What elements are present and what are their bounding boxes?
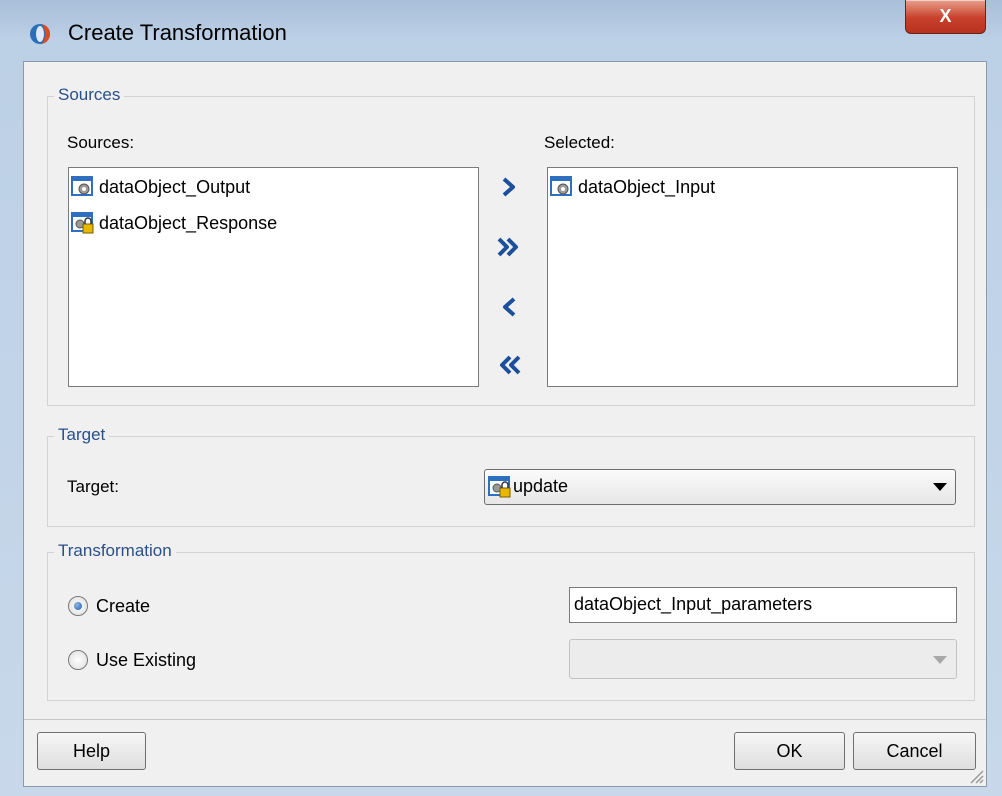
help-button[interactable]: Help bbox=[37, 732, 146, 770]
ok-button[interactable]: OK bbox=[734, 732, 845, 770]
list-item[interactable]: dataObject_Input bbox=[550, 174, 715, 200]
existing-transformation-dropdown[interactable] bbox=[569, 639, 957, 679]
title-bar[interactable]: Create Transformation X bbox=[0, 0, 1002, 62]
data-object-locked-icon bbox=[488, 476, 511, 498]
cancel-button[interactable]: Cancel bbox=[853, 732, 976, 770]
transformation-group-title: Transformation bbox=[54, 541, 176, 561]
double-chevron-right-icon bbox=[497, 237, 518, 257]
list-item-label: dataObject_Input bbox=[578, 176, 716, 197]
data-object-gear-icon bbox=[71, 176, 93, 196]
target-dropdown[interactable]: update bbox=[484, 469, 956, 505]
double-chevron-left-icon bbox=[500, 355, 521, 375]
move-all-right-button[interactable] bbox=[495, 233, 523, 261]
resize-grip-icon[interactable] bbox=[968, 768, 984, 784]
radio-selected-dot bbox=[74, 602, 82, 610]
sources-listbox[interactable]: dataObject_Output dataObject_Response bbox=[68, 167, 479, 387]
target-group: Target Target: update bbox=[47, 425, 975, 527]
sources-group-title: Sources bbox=[54, 85, 125, 105]
dropdown-arrow-icon bbox=[933, 483, 947, 491]
window-title: Create Transformation bbox=[68, 20, 287, 45]
dropdown-arrow-icon bbox=[933, 656, 947, 664]
chevron-right-icon bbox=[502, 177, 515, 197]
list-item-label: dataObject_Response bbox=[99, 212, 278, 233]
create-transformation-dialog: Create Transformation X Sources Sources:… bbox=[0, 0, 1002, 796]
target-group-title: Target bbox=[54, 425, 110, 445]
move-all-left-button[interactable] bbox=[495, 351, 523, 379]
transformation-group: Transformation Create Use Existing dataO… bbox=[47, 541, 975, 701]
list-item[interactable]: dataObject_Output bbox=[71, 174, 250, 200]
use-existing-radio[interactable] bbox=[68, 650, 88, 670]
chevron-left-icon bbox=[503, 297, 516, 317]
dialog-body: Sources Sources: Selected: dataObject_Ou… bbox=[23, 61, 987, 787]
oracle-app-icon bbox=[30, 24, 50, 44]
create-radio-label[interactable]: Create bbox=[96, 596, 150, 617]
data-object-locked-icon bbox=[71, 212, 94, 234]
close-button[interactable]: X bbox=[905, 0, 986, 34]
use-existing-radio-label[interactable]: Use Existing bbox=[96, 650, 196, 671]
create-radio[interactable] bbox=[68, 596, 88, 616]
button-bar-separator bbox=[24, 719, 986, 720]
sources-group: Sources Sources: Selected: dataObject_Ou… bbox=[47, 85, 975, 406]
list-item[interactable]: dataObject_Response bbox=[71, 210, 277, 236]
transformation-name-field[interactable]: dataObject_Input_parameters bbox=[569, 587, 957, 623]
target-label: Target: bbox=[67, 477, 119, 496]
target-value: update bbox=[513, 476, 569, 496]
selected-label: Selected: bbox=[544, 133, 615, 152]
close-icon: X bbox=[939, 6, 952, 26]
selected-listbox[interactable]: dataObject_Input bbox=[547, 167, 958, 387]
list-item-label: dataObject_Output bbox=[99, 176, 251, 197]
move-left-button[interactable] bbox=[495, 293, 523, 321]
sources-label: Sources: bbox=[67, 133, 135, 152]
move-right-button[interactable] bbox=[495, 173, 523, 201]
data-object-gear-icon bbox=[550, 176, 572, 196]
